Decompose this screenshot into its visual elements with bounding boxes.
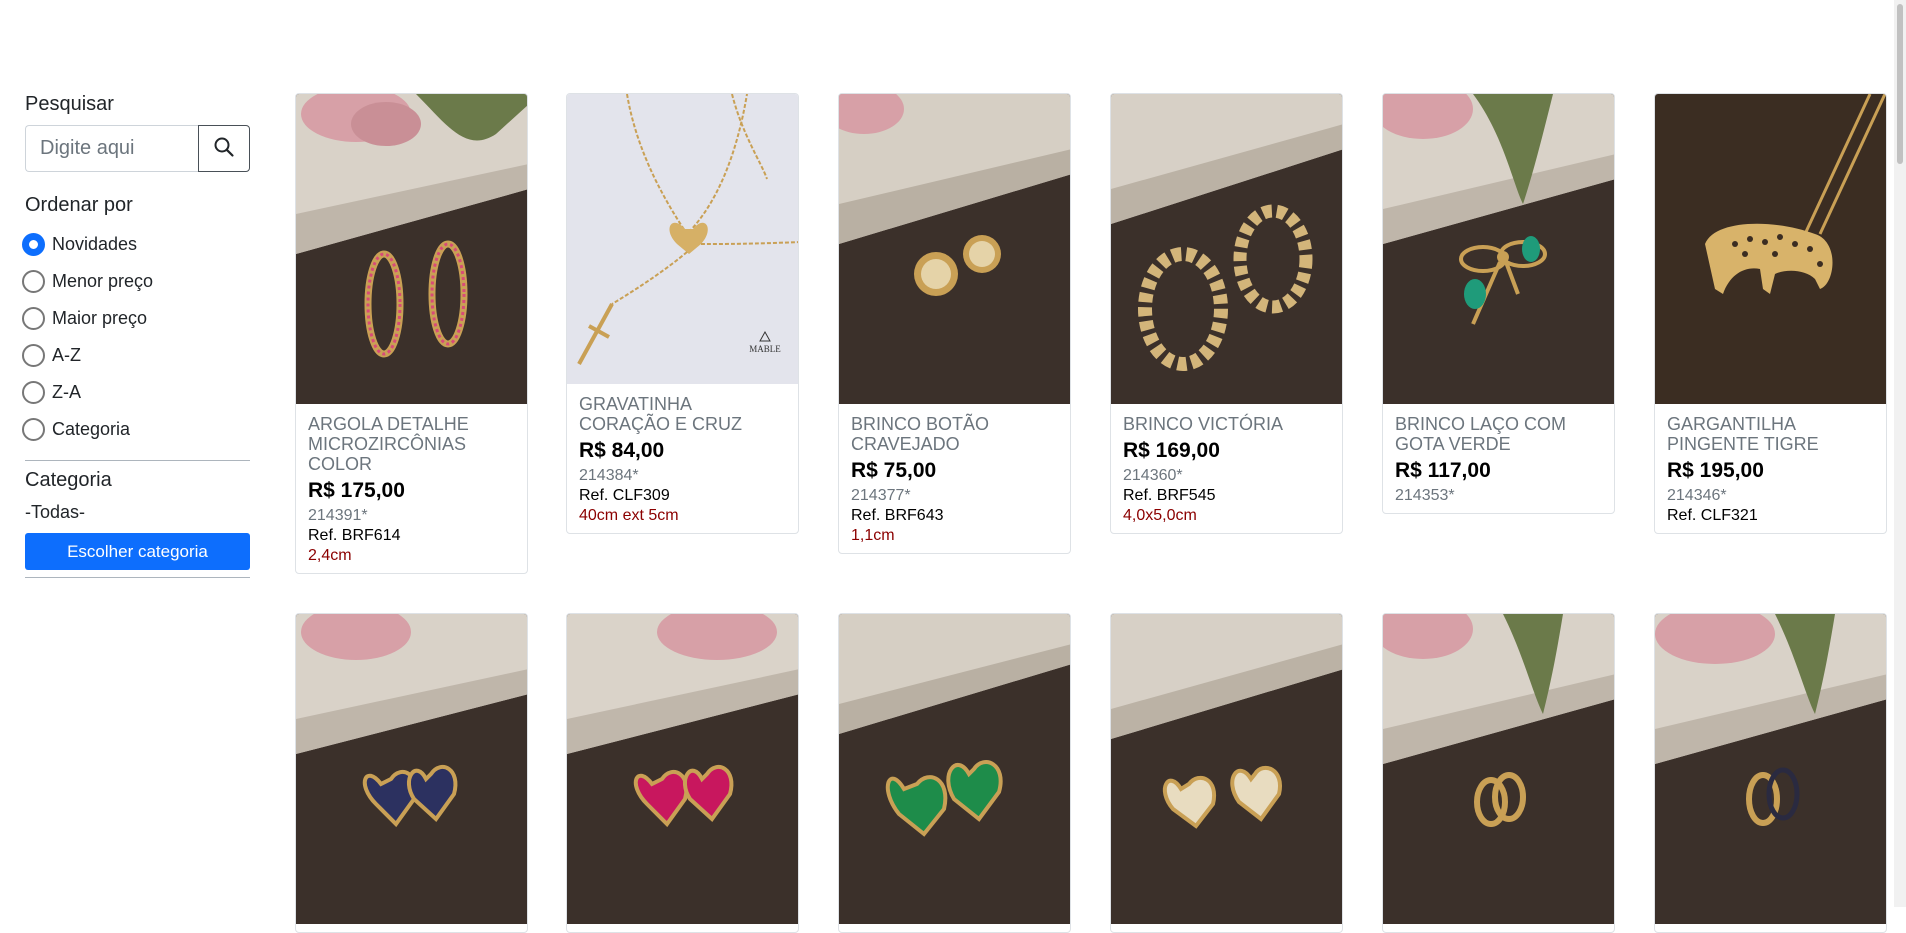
product-ref: Ref. CLF309 — [579, 487, 670, 504]
product-image[interactable] — [296, 94, 527, 404]
sort-option-categoria[interactable]: Categoria — [22, 411, 250, 448]
product-info: BRINCO LAÇO COM GOTA VERDE R$ 117,00 214… — [1383, 404, 1614, 513]
product-code: 214360* — [1123, 467, 1183, 484]
product-ref: Ref. BRF545 — [1123, 487, 1216, 504]
product-image[interactable] — [1111, 614, 1342, 924]
sort-option-z-a[interactable]: Z-A — [22, 374, 250, 411]
search-icon — [213, 136, 235, 161]
product-image[interactable] — [1655, 94, 1886, 404]
choose-category-button[interactable]: Escolher categoria — [25, 533, 250, 570]
search-label: Pesquisar — [25, 93, 114, 115]
sort-option-maior-preco[interactable]: Maior preço — [22, 300, 250, 337]
product-code: 214346* — [1667, 487, 1727, 504]
divider — [25, 460, 250, 461]
product-size: 1,1cm — [851, 527, 895, 544]
product-card[interactable]: BRINCO BOTÃO CRAVEJADO R$ 75,00 214377* … — [838, 93, 1071, 554]
product-info: BRINCO VICTÓRIA R$ 169,00 214360* Ref. B… — [1111, 404, 1342, 533]
product-card[interactable] — [1654, 613, 1887, 933]
product-size: 4,0x5,0cm — [1123, 507, 1197, 524]
product-image[interactable] — [1383, 94, 1614, 404]
product-card[interactable] — [566, 613, 799, 933]
product-image[interactable] — [839, 94, 1070, 404]
product-info: GARGANTILHA PINGENTE TIGRE R$ 195,00 214… — [1655, 404, 1886, 533]
scrollbar[interactable] — [1894, 0, 1906, 907]
sort-option-a-z[interactable]: A-Z — [22, 337, 250, 374]
sort-option-label: Menor preço — [52, 271, 154, 291]
product-card[interactable]: MABLE GRAVATINHA CORAÇÃO E CRUZ R$ 84,00… — [566, 93, 799, 534]
product-size: 40cm ext 5cm — [579, 507, 679, 524]
product-name[interactable]: GARGANTILHA PINGENTE TIGRE — [1667, 414, 1874, 454]
sort-option-label: Categoria — [52, 419, 131, 439]
product-price: R$ 169,00 — [1123, 439, 1220, 462]
product-price: R$ 84,00 — [579, 439, 665, 462]
search-input[interactable] — [25, 125, 198, 172]
product-info: ARGOLA DETALHE MICROZIRCÔNIAS COLOR R$ 1… — [296, 404, 527, 573]
sort-option-menor-preco[interactable]: Menor preço — [22, 263, 250, 300]
product-image[interactable]: MABLE — [567, 94, 798, 384]
product-name[interactable]: BRINCO BOTÃO CRAVEJADO — [851, 414, 1058, 454]
radio-icon[interactable] — [22, 381, 45, 404]
product-info: BRINCO BOTÃO CRAVEJADO R$ 75,00 214377* … — [839, 404, 1070, 553]
radio-checked-icon[interactable] — [22, 233, 45, 256]
sort-option-label: Z-A — [52, 382, 81, 402]
category-current: -Todas- — [25, 502, 86, 522]
radio-icon[interactable] — [22, 418, 45, 441]
product-code: 214391* — [308, 507, 368, 524]
radio-icon[interactable] — [22, 270, 45, 293]
radio-icon[interactable] — [22, 344, 45, 367]
product-code: 214384* — [579, 467, 639, 484]
product-info: GRAVATINHA CORAÇÃO E CRUZ R$ 84,00 21438… — [567, 384, 798, 533]
product-price: R$ 175,00 — [308, 479, 405, 502]
product-name[interactable]: BRINCO VICTÓRIA — [1123, 414, 1330, 434]
product-image[interactable] — [1383, 614, 1614, 924]
sort-option-label: A-Z — [52, 345, 81, 365]
scrollbar-thumb[interactable] — [1897, 4, 1903, 164]
product-ref: Ref. BRF614 — [308, 527, 401, 544]
product-card[interactable] — [1110, 613, 1343, 933]
sort-option-label: Maior preço — [52, 308, 148, 328]
product-name[interactable]: GRAVATINHA CORAÇÃO E CRUZ — [579, 394, 786, 434]
product-code: 214377* — [851, 487, 911, 504]
product-image[interactable] — [1111, 94, 1342, 404]
sort-label: Ordenar por — [25, 194, 133, 216]
search-group — [25, 125, 250, 172]
radio-icon[interactable] — [22, 307, 45, 330]
product-size: 2,4cm — [308, 547, 352, 564]
product-ref: Ref. BRF643 — [851, 507, 944, 524]
product-image[interactable] — [296, 614, 527, 924]
search-button[interactable] — [198, 125, 250, 172]
product-card[interactable]: BRINCO VICTÓRIA R$ 169,00 214360* Ref. B… — [1110, 93, 1343, 534]
divider — [25, 577, 250, 578]
category-label: Categoria — [25, 469, 112, 491]
product-ref: Ref. CLF321 — [1667, 507, 1758, 524]
product-image[interactable] — [1655, 614, 1886, 924]
product-card[interactable]: ARGOLA DETALHE MICROZIRCÔNIAS COLOR R$ 1… — [295, 93, 528, 574]
sidebar: Pesquisar Ordenar por Novidades Menor pr… — [22, 93, 250, 578]
product-code: 214353* — [1395, 487, 1455, 504]
sort-option-novidades[interactable]: Novidades — [22, 226, 250, 263]
product-name[interactable]: BRINCO LAÇO COM GOTA VERDE — [1395, 414, 1602, 454]
product-image[interactable] — [839, 614, 1070, 924]
product-card[interactable]: BRINCO LAÇO COM GOTA VERDE R$ 117,00 214… — [1382, 93, 1615, 514]
product-image[interactable] — [567, 614, 798, 924]
product-price: R$ 117,00 — [1395, 459, 1491, 482]
product-card[interactable] — [838, 613, 1071, 933]
product-card[interactable] — [1382, 613, 1615, 933]
watermark-text: MABLE — [749, 344, 781, 354]
sort-options: Novidades Menor preço Maior preço A-Z Z-… — [22, 226, 250, 448]
product-price: R$ 75,00 — [851, 459, 937, 482]
product-card[interactable] — [295, 613, 528, 933]
sort-option-label: Novidades — [52, 234, 138, 254]
product-name[interactable]: ARGOLA DETALHE MICROZIRCÔNIAS COLOR — [308, 414, 515, 474]
product-price: R$ 195,00 — [1667, 459, 1764, 482]
product-card[interactable]: GARGANTILHA PINGENTE TIGRE R$ 195,00 214… — [1654, 93, 1887, 534]
